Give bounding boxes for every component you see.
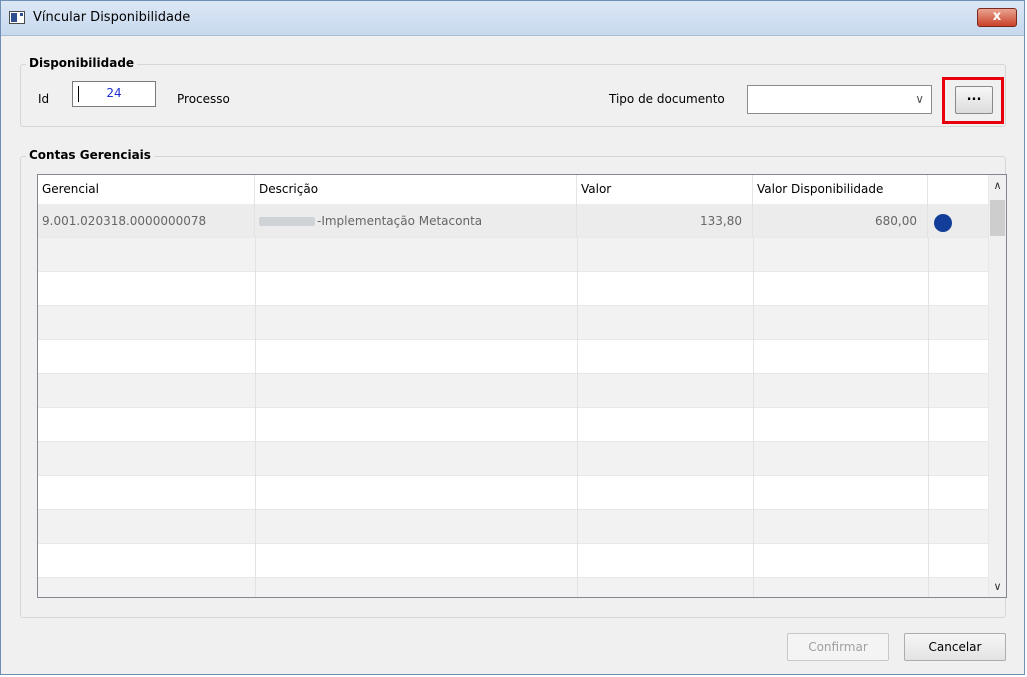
table-row[interactable]	[38, 408, 990, 442]
table-row[interactable]	[38, 442, 990, 476]
disponibilidade-group-title: Disponibilidade	[26, 56, 138, 70]
table-row[interactable]	[38, 578, 990, 597]
column-header-descricao[interactable]: Descrição	[255, 175, 577, 204]
app-window-icon	[9, 11, 25, 24]
chevron-down-icon[interactable]: ∨	[915, 92, 924, 106]
title-bar[interactable]: Víncular Disponibilidade x	[1, 1, 1024, 36]
cancel-button[interactable]: Cancelar	[904, 633, 1006, 661]
column-divider	[753, 238, 754, 597]
column-header-valor-disponibilidade[interactable]: Valor Disponibilidade	[753, 175, 928, 204]
cell-descricao-text: -Implementação Metaconta	[317, 214, 483, 228]
tipo-documento-label: Tipo de documento	[609, 92, 725, 106]
window-title: Víncular Disponibilidade	[33, 10, 191, 25]
table-row[interactable]	[38, 476, 990, 510]
table-row[interactable]	[38, 544, 990, 578]
table-row[interactable]	[38, 306, 990, 340]
column-header-status	[928, 175, 990, 204]
id-input-value: 24	[106, 86, 122, 100]
table-row[interactable]: 9.001.020318.0000000078 -Implementação M…	[38, 204, 990, 238]
scroll-thumb[interactable]	[990, 200, 1005, 236]
contas-grid[interactable]: Gerencial Descrição Valor Valor Disponib…	[37, 174, 1007, 598]
vertical-scrollbar[interactable]: ∧ ∨	[988, 175, 1006, 597]
id-input[interactable]: 24	[72, 81, 156, 107]
close-button[interactable]: x	[977, 8, 1017, 27]
cell-valor-disponibilidade: 680,00	[753, 204, 928, 238]
status-dot-icon	[934, 214, 952, 232]
cell-valor: 133,80	[577, 204, 753, 238]
contas-gerenciais-group-title: Contas Gerenciais	[26, 148, 154, 162]
scroll-down-icon[interactable]: ∨	[989, 580, 1006, 593]
table-row[interactable]	[38, 340, 990, 374]
redacted-text	[259, 217, 315, 226]
table-row[interactable]	[38, 238, 990, 272]
cell-descricao: -Implementação Metaconta	[255, 204, 577, 238]
cell-gerencial: 9.001.020318.0000000078	[38, 204, 255, 238]
browse-button[interactable]: ...	[955, 86, 993, 114]
tipo-documento-select[interactable]: ∨	[747, 85, 932, 114]
column-divider	[577, 238, 578, 597]
grid-header: Gerencial Descrição Valor Valor Disponib…	[38, 175, 990, 205]
scroll-up-icon[interactable]: ∧	[989, 179, 1006, 192]
table-row[interactable]	[38, 510, 990, 544]
column-header-valor[interactable]: Valor	[577, 175, 753, 204]
column-divider	[928, 238, 929, 597]
column-header-gerencial[interactable]: Gerencial	[38, 175, 255, 204]
dialog-window: Víncular Disponibilidade x Disponibilida…	[0, 0, 1025, 675]
column-divider	[255, 238, 256, 597]
table-row[interactable]	[38, 374, 990, 408]
id-label: Id	[38, 92, 50, 106]
table-row[interactable]	[38, 272, 990, 306]
confirm-button[interactable]: Confirmar	[787, 633, 889, 661]
processo-label: Processo	[177, 92, 230, 106]
